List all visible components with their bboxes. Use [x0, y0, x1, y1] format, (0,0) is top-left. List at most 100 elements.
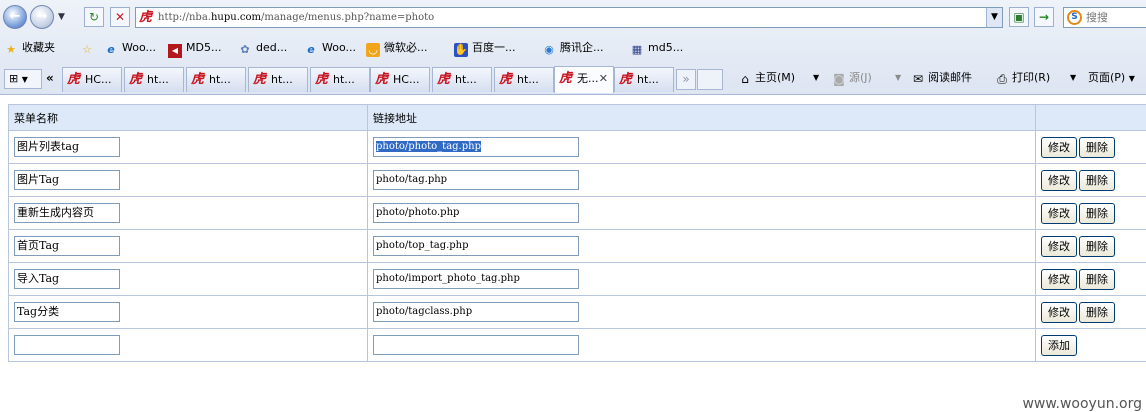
table-row: 图片Tag photo/tag.php 修改 删除	[8, 163, 1146, 197]
link-cell: photo/photo_tag.php	[367, 130, 1036, 164]
browser-tab[interactable]: 虎 ht...	[248, 67, 308, 92]
delete-button[interactable]: 删除	[1079, 202, 1115, 224]
delete-button[interactable]: 删除	[1079, 268, 1115, 290]
link-cell: photo/tag.php	[367, 163, 1036, 197]
browser-tab[interactable]: 虎 ht...	[186, 67, 246, 92]
menu-name-input[interactable]: 图片列表tag	[14, 137, 120, 157]
delete-button[interactable]: 删除	[1079, 136, 1115, 158]
favorite-label: 微软必...	[384, 41, 428, 54]
favorite-label: Woo...	[122, 41, 156, 54]
tab-label: ht...	[333, 73, 355, 86]
link-url-header: 链接地址	[367, 104, 1036, 131]
home-button[interactable]: ⌂ 主页(M)	[738, 69, 795, 87]
new-menu-name-input[interactable]	[14, 335, 120, 355]
search-input[interactable]: S 搜搜	[1063, 7, 1146, 28]
read-mail-label: 阅读邮件	[928, 71, 972, 84]
menu-name-input[interactable]: 重新生成内容页	[14, 203, 120, 223]
edit-button[interactable]: 修改	[1041, 169, 1077, 191]
new-menu-link-input[interactable]	[373, 335, 579, 355]
tab-label: ht...	[147, 73, 169, 86]
quick-tabs-button[interactable]: ⊞ ▼	[4, 69, 42, 89]
menu-table: 菜单名称 链接地址 图片列表tag photo/photo_tag.php 修改…	[8, 104, 1146, 362]
feeds-button[interactable]: ◙ 源(J)	[832, 69, 872, 87]
menu-name-input[interactable]: 图片Tag	[14, 170, 120, 190]
browser-tab[interactable]: 虎 ht...	[124, 67, 184, 92]
home-dropdown-icon[interactable]: ▼	[813, 69, 819, 87]
favorite-item[interactable]: ▦ md5...	[630, 40, 683, 57]
favorite-item[interactable]: ✋ 百度一...	[454, 40, 516, 57]
browser-tab[interactable]: 虎 ht...	[310, 67, 370, 92]
browser-tab-active[interactable]: 虎无... ✕	[554, 66, 614, 93]
browser-tab[interactable]: 虎 HC...	[62, 67, 122, 92]
link-cell: photo/tagclass.php	[367, 295, 1036, 329]
print-label: 打印(R)	[1012, 71, 1051, 84]
history-dropdown-icon[interactable]: ▼	[58, 12, 65, 22]
menu-link-input[interactable]: photo/top_tag.php	[373, 236, 579, 256]
read-mail-button[interactable]: ✉ 阅读邮件	[911, 69, 972, 87]
site-favicon-icon: 虎	[139, 10, 153, 25]
browser-tab[interactable]: 虎 HC...	[370, 67, 430, 92]
edit-button[interactable]: 修改	[1041, 235, 1077, 257]
name-cell: 重新生成内容页	[8, 196, 368, 230]
menu-link-input[interactable]: photo/tagclass.php	[373, 302, 579, 322]
table-row: 图片列表tag photo/photo_tag.php 修改 删除	[8, 130, 1146, 164]
actions-cell: 修改 删除	[1035, 295, 1146, 329]
name-cell: 首页Tag	[8, 229, 368, 263]
browser-tab[interactable]: 虎 ht...	[614, 67, 674, 92]
page-dropdown-icon: ▼	[1128, 74, 1135, 83]
delete-button[interactable]: 删除	[1079, 301, 1115, 323]
menu-name-input[interactable]: 首页Tag	[14, 236, 120, 256]
link-cell: photo/photo.php	[367, 196, 1036, 230]
back-icon[interactable]: ←	[3, 5, 27, 29]
tab-label: ht...	[455, 73, 477, 86]
edit-button[interactable]: 修改	[1041, 268, 1077, 290]
refresh-icon[interactable]: ↻	[84, 7, 104, 27]
browser-tab[interactable]: 虎 ht...	[494, 67, 554, 92]
stop-icon[interactable]: ✕	[110, 7, 130, 27]
add-favorite-button[interactable]: ☆	[80, 40, 98, 57]
grid-icon: ▦	[631, 43, 643, 56]
menu-name-input[interactable]: 导入Tag	[14, 269, 120, 289]
close-tab-icon[interactable]: ✕	[599, 67, 608, 90]
favorite-item[interactable]: ✿ ded...	[238, 40, 287, 57]
menu-link-input[interactable]: photo/tag.php	[373, 170, 579, 190]
edit-button[interactable]: 修改	[1041, 301, 1077, 323]
menu-name-input[interactable]: Tag分类	[14, 302, 120, 322]
favorite-item[interactable]: ◡ 微软必...	[366, 40, 428, 57]
delete-button[interactable]: 删除	[1079, 169, 1115, 191]
tab-scroll-left-icon[interactable]: «	[46, 71, 54, 85]
print-dropdown-icon[interactable]: ▼	[1070, 69, 1076, 87]
address-input[interactable]: 虎 http://nba.hupu.com/manage/menus.php?n…	[135, 7, 1003, 28]
address-dropdown-icon[interactable]: ▼	[986, 8, 1002, 27]
table-row: Tag分类 photo/tagclass.php 修改 删除	[8, 295, 1146, 329]
home-label: 主页(M)	[755, 71, 796, 84]
edit-button[interactable]: 修改	[1041, 202, 1077, 224]
new-tab-button[interactable]	[697, 69, 723, 90]
favorite-item[interactable]: ◉ 腾讯企...	[542, 40, 603, 57]
browser-tab[interactable]: 虎 ht...	[432, 67, 492, 92]
favorite-item[interactable]: e Woo...	[304, 40, 356, 57]
forward-icon[interactable]: →	[30, 5, 54, 29]
menu-link-input[interactable]: photo/import_photo_tag.php	[373, 269, 579, 289]
delete-button[interactable]: 删除	[1079, 235, 1115, 257]
edit-button[interactable]: 修改	[1041, 136, 1077, 158]
compat-view-icon[interactable]: ▣	[1009, 7, 1029, 27]
print-button[interactable]: ⎙ 打印(R)	[995, 69, 1050, 87]
name-cell	[8, 328, 368, 362]
tab-scroll-right-icon[interactable]: »	[676, 69, 696, 90]
feeds-dropdown-icon[interactable]: ▼	[895, 69, 901, 87]
add-button[interactable]: 添加	[1041, 334, 1077, 356]
favorite-item[interactable]: ◀ MD5...	[168, 40, 221, 58]
menu-link-input[interactable]: photo/photo.php	[373, 203, 579, 223]
site-favicon-icon: 虎	[375, 72, 389, 87]
go-icon[interactable]: →	[1034, 7, 1054, 27]
dropdown-arrow-icon: ▼	[21, 75, 28, 84]
dede-icon: ✿	[240, 43, 250, 56]
page-menu-button[interactable]: 页面(P) ▼	[1088, 69, 1135, 88]
menu-link-input[interactable]: photo/photo_tag.php	[373, 137, 579, 157]
ie-icon: e	[107, 43, 115, 56]
favorites-button[interactable]: ★ 收藏夹	[4, 40, 55, 57]
favorite-item[interactable]: e Woo...	[104, 40, 156, 57]
page-menu-label: 页面(P)	[1088, 71, 1126, 84]
tab-label: ht...	[209, 73, 231, 86]
